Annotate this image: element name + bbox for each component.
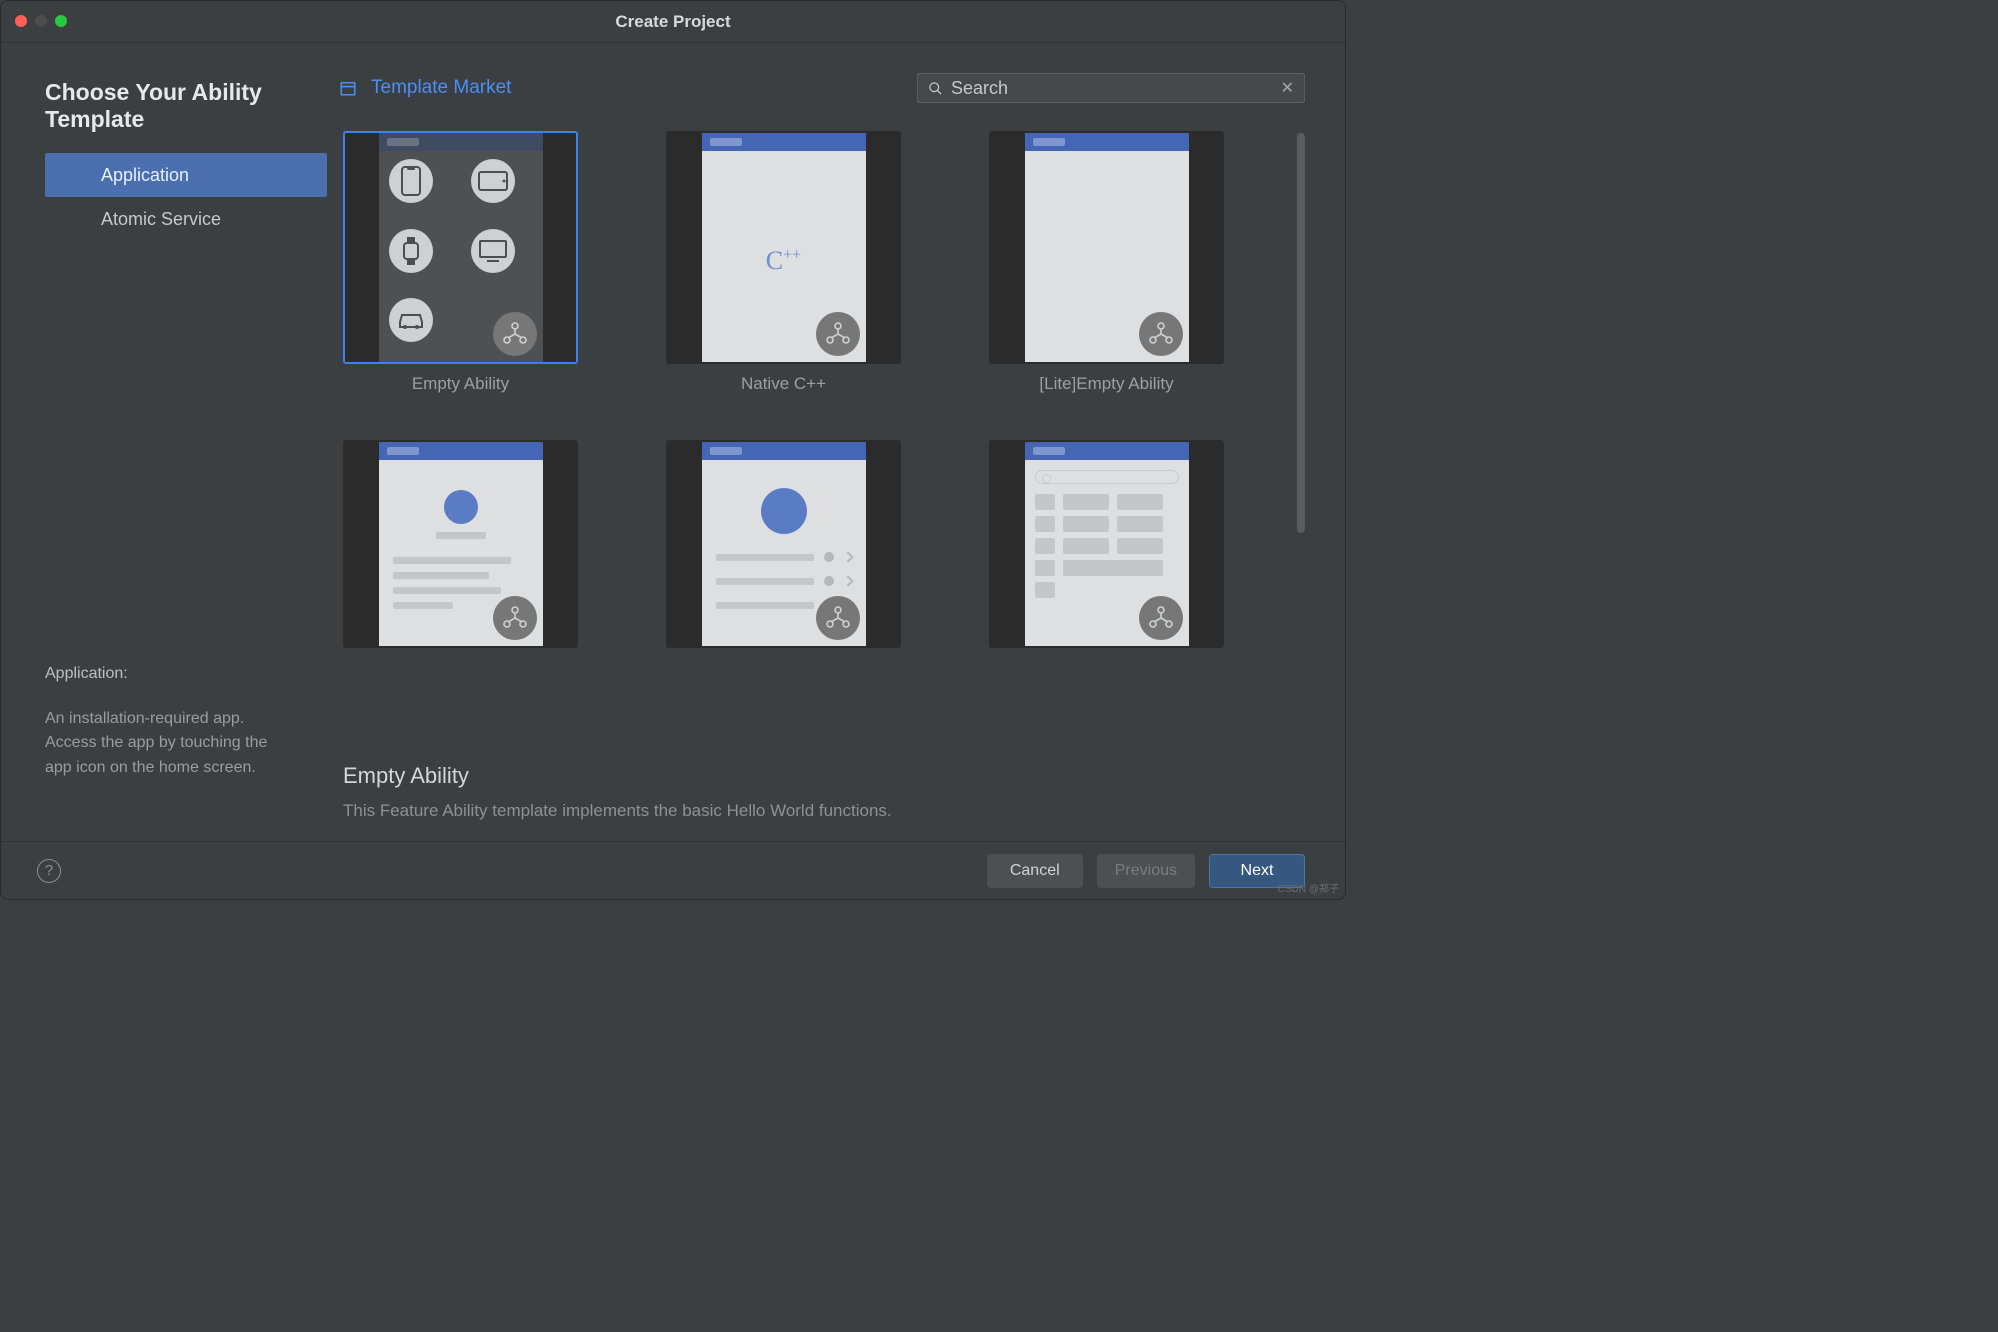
main-header: Template Market ✕ bbox=[339, 73, 1305, 103]
selected-template-detail: Empty Ability This Feature Ability templ… bbox=[339, 739, 1305, 841]
sidebar-desc-title: Application: bbox=[45, 662, 285, 687]
node-badge-icon bbox=[816, 596, 860, 640]
template-card[interactable] bbox=[343, 440, 578, 648]
node-badge-icon bbox=[493, 596, 537, 640]
template-grid: Empty Ability C++ Native C++ bbox=[339, 131, 1277, 739]
device-tablet-icon bbox=[471, 159, 515, 203]
sidebar-description: Application: An installation-required ap… bbox=[1, 662, 329, 841]
main-panel: Template Market ✕ bbox=[329, 43, 1345, 841]
close-window-button[interactable] bbox=[15, 15, 27, 27]
window-title: Create Project bbox=[1, 12, 1345, 32]
sidebar-item-application[interactable]: Application bbox=[45, 153, 327, 197]
clear-search-icon[interactable]: ✕ bbox=[1281, 78, 1294, 98]
template-native-cpp[interactable]: C++ Native C++ bbox=[666, 131, 901, 394]
selected-template-desc: This Feature Ability template implements… bbox=[343, 801, 1305, 821]
cancel-button[interactable]: Cancel bbox=[987, 854, 1083, 888]
previous-button[interactable]: Previous bbox=[1097, 854, 1195, 888]
template-label: Empty Ability bbox=[412, 374, 509, 394]
watermark: CSDN @郑子 bbox=[1278, 880, 1339, 895]
device-car-icon bbox=[389, 298, 433, 342]
template-grid-wrap: Empty Ability C++ Native C++ bbox=[339, 131, 1305, 739]
sidebar: Choose Your Ability Template Application… bbox=[1, 43, 329, 841]
template-card[interactable] bbox=[989, 440, 1224, 648]
window-controls bbox=[15, 15, 67, 27]
node-badge-icon bbox=[493, 312, 537, 356]
search-field[interactable]: ✕ bbox=[917, 73, 1305, 103]
minimize-window-button[interactable] bbox=[35, 15, 47, 27]
node-badge-icon bbox=[1139, 596, 1183, 640]
device-phone-icon bbox=[389, 159, 433, 203]
node-badge-icon bbox=[1139, 312, 1183, 356]
sidebar-item-label: Atomic Service bbox=[101, 209, 221, 230]
selected-template-title: Empty Ability bbox=[343, 763, 1305, 789]
footer: ? Cancel Previous Next bbox=[1, 841, 1345, 899]
device-watch-icon bbox=[389, 229, 433, 273]
template-lite-empty-ability[interactable]: [Lite]Empty Ability bbox=[989, 131, 1224, 394]
search-icon bbox=[928, 81, 943, 96]
cpp-icon: C++ bbox=[702, 246, 866, 276]
help-button[interactable]: ? bbox=[37, 859, 61, 883]
device-tv-icon bbox=[471, 229, 515, 273]
template-market-label: Template Market bbox=[371, 77, 511, 99]
dialog-body: Choose Your Ability Template Application… bbox=[1, 43, 1345, 841]
zoom-window-button[interactable] bbox=[55, 15, 67, 27]
vertical-scrollbar[interactable] bbox=[1297, 133, 1305, 533]
template-market-link[interactable]: Template Market bbox=[339, 77, 511, 99]
sidebar-heading: Choose Your Ability Template bbox=[1, 43, 329, 153]
sidebar-item-atomic-service[interactable]: Atomic Service bbox=[45, 197, 327, 241]
market-icon bbox=[339, 79, 357, 97]
node-badge-icon bbox=[816, 312, 860, 356]
titlebar: Create Project bbox=[1, 1, 1345, 43]
template-card[interactable] bbox=[666, 440, 901, 648]
template-label: [Lite]Empty Ability bbox=[1039, 374, 1173, 394]
search-input[interactable] bbox=[951, 78, 1273, 99]
template-label: Native C++ bbox=[741, 374, 826, 394]
template-empty-ability[interactable]: Empty Ability bbox=[343, 131, 578, 394]
sidebar-item-label: Application bbox=[101, 165, 189, 186]
create-project-window: Welcome to DevEco Studio Create Project … bbox=[0, 0, 1346, 900]
sidebar-desc-body: An installation-required app. Access the… bbox=[45, 707, 285, 781]
